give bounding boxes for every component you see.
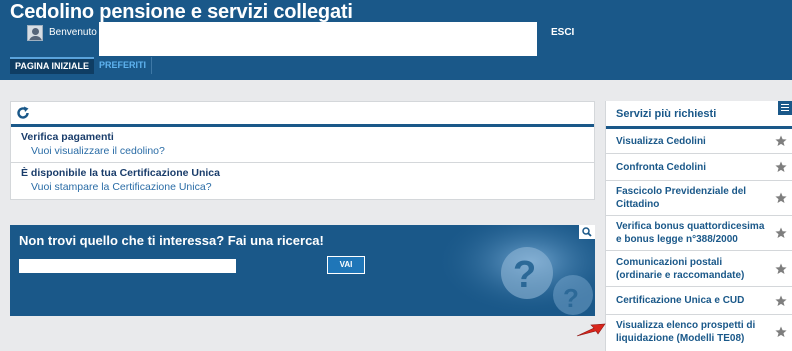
app-header: Cedolino pensione e servizi collegati Be…	[0, 0, 792, 80]
logout-link[interactable]: ESCI	[551, 27, 574, 38]
search-icon[interactable]	[579, 225, 595, 239]
service-item-verifica-bonus[interactable]: Verifica bonus quattordicesima e bonus l…	[606, 216, 792, 251]
service-item-fascicolo-previdenziale[interactable]: Fascicolo Previdenziale del Cittadino	[606, 181, 792, 216]
app-title: Cedolino pensione e servizi collegati	[10, 1, 353, 23]
star-icon[interactable]	[775, 263, 787, 275]
welcome-text: Benvenuto	[49, 27, 97, 38]
services-panel: Servizi più richiesti Visualizza Cedolin…	[605, 101, 792, 351]
service-item-label: Visualizza Cedolini	[616, 135, 706, 147]
service-item-certificazione-unica[interactable]: Certificazione Unica e CUD	[606, 287, 792, 315]
main-tabs: PAGINA INIZIALE PREFERITI	[10, 57, 153, 74]
search-button[interactable]: VAI	[327, 256, 365, 274]
notification-row: Verifica pagamenti Vuoi visualizzare il …	[11, 127, 594, 163]
notification-title: Verifica pagamenti	[21, 131, 114, 143]
star-icon[interactable]	[775, 161, 787, 173]
service-item-label: Visualizza elenco prospetti di liquidazi…	[616, 320, 756, 344]
svg-text:?: ?	[563, 283, 579, 313]
user-avatar-icon	[27, 25, 43, 41]
tab-pagina-iniziale[interactable]: PAGINA INIZIALE	[10, 57, 94, 74]
service-item-visualizza-cedolini[interactable]: Visualizza Cedolini	[606, 129, 792, 154]
star-icon[interactable]	[775, 135, 787, 147]
service-item-label: Certificazione Unica e CUD	[616, 295, 745, 306]
service-item-label: Comunicazioni postali (ordinarie e racco…	[616, 256, 745, 281]
services-panel-header: Servizi più richiesti	[606, 101, 792, 129]
service-item-confronta-cedolini[interactable]: Confronta Cedolini	[606, 154, 792, 181]
view-cedolino-link[interactable]: Vuoi visualizzare il cedolino?	[31, 145, 584, 157]
tab-preferiti[interactable]: PREFERITI	[94, 57, 153, 74]
service-item-label: Confronta Cedolini	[616, 161, 706, 173]
menu-icon[interactable]	[778, 101, 792, 115]
red-arrow-icon	[576, 323, 606, 337]
print-cu-link[interactable]: Vuoi stampare la Certificazione Unica?	[31, 181, 584, 193]
service-item-prospetti-liquidazione[interactable]: Visualizza elenco prospetti di liquidazi…	[606, 315, 792, 349]
question-mark-decoration-icon: ? ?	[435, 225, 595, 316]
star-icon[interactable]	[775, 227, 787, 239]
search-corner	[579, 225, 595, 239]
refresh-icon[interactable]	[16, 106, 30, 120]
notifications-card-header	[11, 102, 594, 127]
redacted-username	[99, 22, 537, 56]
notifications-card: Verifica pagamenti Vuoi visualizzare il …	[10, 101, 595, 200]
service-item-comunicazioni-postali[interactable]: Comunicazioni postali (ordinarie e racco…	[606, 251, 792, 287]
star-icon[interactable]	[775, 326, 787, 338]
notification-title: È disponibile la tua Certificazione Unic…	[21, 167, 220, 179]
notification-row: È disponibile la tua Certificazione Unic…	[11, 163, 594, 199]
search-input[interactable]	[19, 259, 236, 273]
search-title: Non trovi quello che ti interessa? Fai u…	[19, 233, 324, 248]
search-banner: ? ? Non trovi quello che ti interessa? F…	[10, 225, 595, 316]
star-icon[interactable]	[775, 295, 787, 307]
service-item-label: Verifica bonus quattordicesima e bonus l…	[616, 221, 765, 245]
services-panel-title: Servizi più richiesti	[616, 108, 717, 120]
star-icon[interactable]	[775, 192, 787, 204]
svg-text:?: ?	[513, 254, 536, 296]
service-item-label: Fascicolo Previdenziale del Cittadino	[616, 186, 747, 210]
